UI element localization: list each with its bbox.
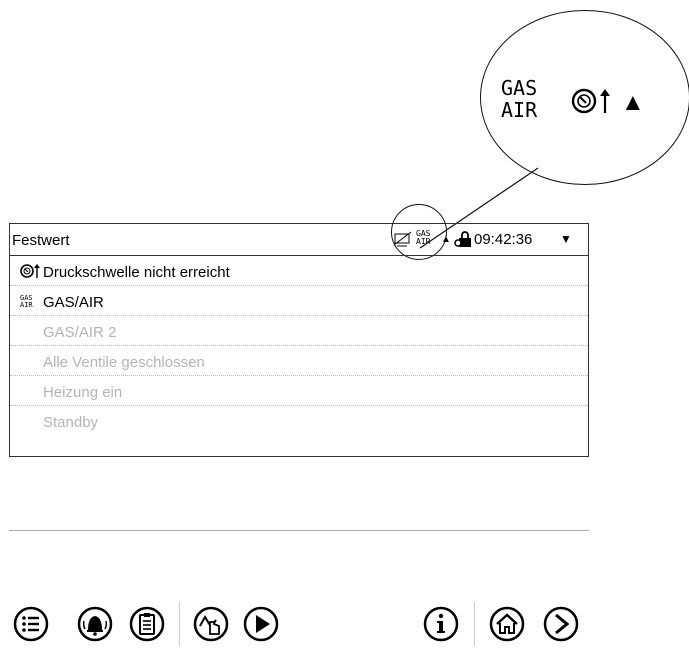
triangle-up-icon: ▲ xyxy=(441,234,451,245)
clock-time: 09:42:36 xyxy=(474,231,533,248)
zoom-callout: GAS AIR ▲ xyxy=(480,10,689,185)
chevron-down-icon[interactable]: ▼ xyxy=(560,232,572,246)
alarm-icon[interactable] xyxy=(75,604,115,644)
next-icon[interactable] xyxy=(541,604,581,644)
list-item: Heizung ein xyxy=(10,376,588,406)
list-item: GAS AIR GAS/AIR xyxy=(10,286,588,316)
header-bar: Festwert GAS AIR ▲ 09:42:36 ▼ xyxy=(9,204,589,260)
info-icon[interactable] xyxy=(421,604,461,644)
play-icon[interactable] xyxy=(241,604,281,644)
event-label: Standby xyxy=(43,414,99,431)
controller-screen: Festwert GAS AIR ▲ 09:42:36 ▼ Druckschwe… xyxy=(9,204,589,650)
event-list: Druckschwelle nicht erreicht GAS AIR GAS… xyxy=(9,255,589,457)
clipboard-icon[interactable] xyxy=(127,604,167,644)
event-label: Druckschwelle nicht erreicht xyxy=(43,264,230,281)
event-label: Heizung ein xyxy=(43,384,123,401)
list-item: Alle Ventile geschlossen xyxy=(10,346,588,376)
divider xyxy=(9,530,589,531)
list-item: Druckschwelle nicht erreicht xyxy=(10,256,588,286)
gas-air-icon: GAS AIR xyxy=(20,294,33,309)
bottom-toolbar xyxy=(9,598,589,650)
menu-icon[interactable] xyxy=(11,604,51,644)
list-item: Standby xyxy=(10,406,588,436)
user-lock-icon xyxy=(454,231,471,247)
pressure-threshold-icon xyxy=(20,264,40,278)
home-icon[interactable] xyxy=(487,604,527,644)
event-label: Alle Ventile geschlossen xyxy=(43,354,205,371)
highlight-circle xyxy=(391,204,447,260)
gas-air-indicator-large: GAS AIR xyxy=(501,76,538,122)
triangle-up-icon: ▲ xyxy=(621,89,645,116)
manual-mode-icon[interactable] xyxy=(191,604,231,644)
pressure-threshold-icon xyxy=(571,88,610,114)
event-label: GAS/AIR 2 xyxy=(43,324,117,341)
event-label: GAS/AIR xyxy=(43,294,104,311)
list-item: GAS/AIR 2 xyxy=(10,316,588,346)
page-title: Festwert xyxy=(12,232,70,249)
